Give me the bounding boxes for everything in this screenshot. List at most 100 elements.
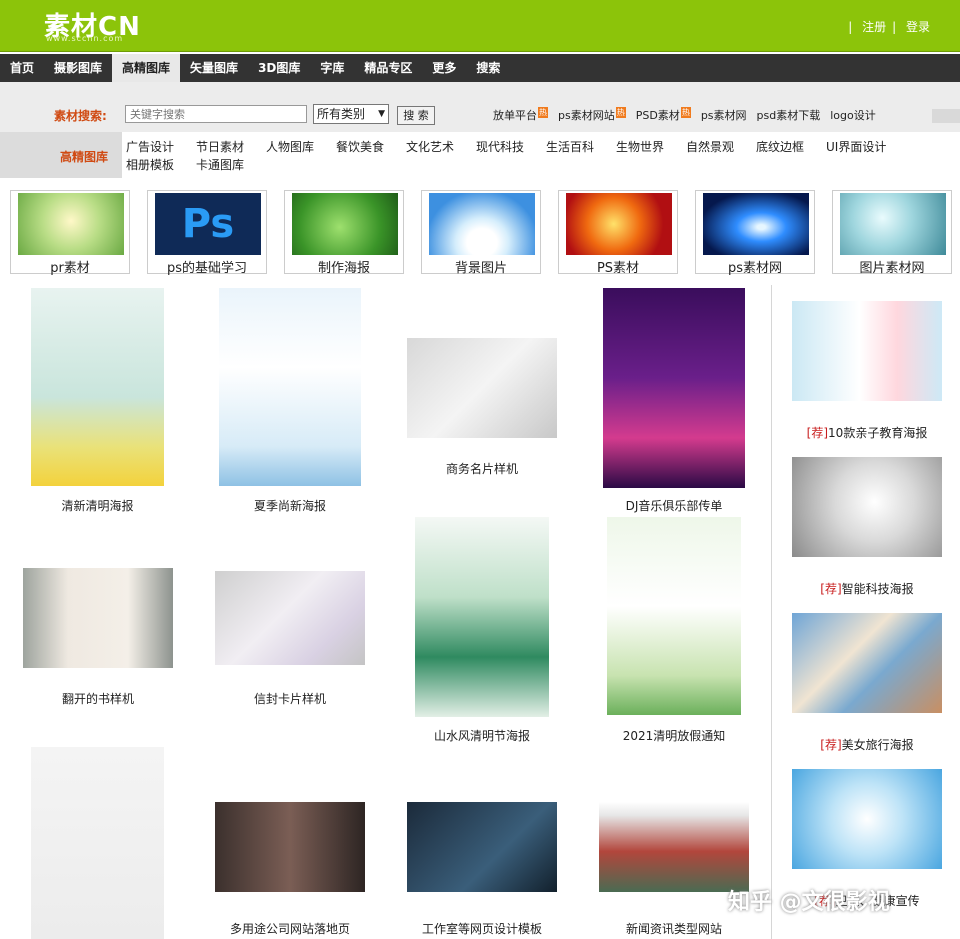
category-row: 高精图库 广告设计 节日素材 人物图库 餐饮美食 文化艺术 现代科技 生活百科 …: [0, 132, 960, 178]
thumb-image: [429, 193, 535, 255]
sidebar-label: [荐]美女旅行海报: [820, 738, 914, 752]
grid-label: DJ音乐俱乐部传单: [625, 499, 723, 513]
header-links: | 注册 | 登录: [848, 20, 930, 34]
thumb-label: pr素材: [50, 261, 90, 276]
thumb-label: 图片素材网: [859, 261, 925, 276]
hot-links: 放单平台热 ps素材网站热 PSD素材热 ps素材网 psd素材下载 logo设…: [493, 107, 886, 123]
grid-label: 翻开的书样机: [61, 692, 134, 706]
category-links: 广告设计 节日素材 人物图库 餐饮美食 文化艺术 现代科技 生活百科 生物世界 …: [126, 138, 946, 174]
category-link[interactable]: 相册模板: [126, 156, 196, 174]
watermark: 知乎 @文很影视: [728, 890, 890, 915]
category-link[interactable]: 底纹边框: [756, 138, 826, 156]
hot-link-psd[interactable]: PSD素材热: [636, 107, 691, 123]
category-select-value: 所有类别: [317, 107, 366, 121]
grid-image: [599, 802, 749, 892]
hot-link-psd-download[interactable]: psd素材下载: [757, 107, 821, 123]
thumb-card[interactable]: ps素材网: [695, 190, 815, 276]
thumb-card[interactable]: PS素材: [558, 190, 678, 276]
hot-link-ps-net[interactable]: ps素材网: [701, 107, 747, 123]
grid-label: 清新清明海报: [61, 499, 134, 513]
thumb-card[interactable]: 背景图片: [421, 190, 541, 276]
thumb-card[interactable]: 制作海报: [284, 190, 404, 276]
register-link[interactable]: 注册: [862, 20, 886, 34]
nav-item-hd[interactable]: 高精图库: [112, 54, 181, 82]
sidebar-label: [荐]10款亲子教育海报: [806, 426, 928, 440]
hot-badge: 热: [615, 107, 626, 118]
grid-image: [415, 517, 549, 717]
hot-badge: 热: [680, 107, 691, 118]
category-link[interactable]: 文化艺术: [406, 138, 476, 156]
nav-item-premium[interactable]: 精品专区: [354, 54, 422, 82]
sidebar-image: [792, 769, 942, 869]
nav-item-font[interactable]: 字库: [310, 54, 354, 82]
featured-thumbnails: pr素材 Ps ps的基础学习 制作海报 背景图片 PS素材 ps素材网 图片素…: [0, 186, 960, 276]
hot-badge: 热: [538, 107, 548, 118]
grid-image: [603, 288, 745, 488]
search-button[interactable]: 搜 索: [397, 106, 435, 125]
grid-label: 工作室等网页设计模板: [421, 922, 542, 936]
login-link[interactable]: 登录: [906, 20, 930, 34]
thumb-image: [566, 193, 672, 255]
category-link[interactable]: 餐饮美食: [336, 138, 406, 156]
grid-image: [407, 338, 557, 438]
thumb-card[interactable]: 图片素材网: [832, 190, 952, 276]
nav-item-more[interactable]: 更多: [422, 54, 466, 82]
thumb-label: 制作海报: [317, 261, 370, 276]
site-logo-url: www.sccnn.com: [46, 34, 124, 43]
category-label: 高精图库: [0, 132, 122, 178]
chevron-down-icon: ▼: [378, 109, 385, 119]
hot-link-ps-site[interactable]: ps素材网站热: [558, 107, 626, 123]
grid-label: 新闻资讯类型网站: [625, 922, 722, 936]
category-link[interactable]: 生活百科: [546, 138, 616, 156]
category-link[interactable]: 广告设计: [126, 138, 196, 156]
grid-label: 信封卡片样机: [253, 692, 326, 706]
grid-image: [407, 802, 557, 892]
thumb-image: [292, 193, 398, 255]
nav-item-search[interactable]: 搜索: [466, 54, 510, 82]
nav-item-photo[interactable]: 摄影图库: [44, 54, 112, 82]
sidebar-image: [792, 613, 942, 713]
sidebar-image: [792, 301, 942, 401]
grid-image: [31, 288, 164, 486]
main-nav: 首页 摄影图库 高精图库 矢量图库 3D图库 字库 精品专区 更多 搜索: [0, 54, 960, 82]
ps-logo-icon: Ps: [155, 193, 261, 255]
category-link[interactable]: 现代科技: [476, 138, 546, 156]
thumb-label: PS素材: [596, 261, 640, 276]
grid-label: 多用途公司网站落地页: [229, 922, 350, 936]
thumb-card[interactable]: Ps ps的基础学习: [147, 190, 267, 276]
grid-image: [215, 802, 365, 892]
recommended-tag: [荐]: [820, 582, 842, 596]
recommended-sidebar: [荐]10款亲子教育海报 [荐]智能科技海报 [荐]美女旅行海报 [荐]卫生、健…: [771, 285, 960, 939]
category-select[interactable]: 所有类别 ▼: [313, 104, 389, 124]
site-header: 素材CN www.sccnn.com | 注册 | 登录: [0, 0, 960, 52]
hot-link-logo[interactable]: logo设计: [830, 107, 876, 123]
thumb-image: [703, 193, 809, 255]
grid-label: 商务名片样机: [445, 462, 518, 476]
thumb-label: ps的基础学习: [166, 261, 248, 276]
grid-label: 2021清明放假通知: [622, 729, 726, 743]
search-label: 素材搜索:: [54, 109, 107, 123]
category-link[interactable]: 卡通图库: [196, 156, 266, 174]
grid-image: [31, 747, 164, 939]
category-link[interactable]: 节日素材: [196, 138, 266, 156]
thumb-label: ps素材网: [727, 261, 783, 276]
thumb-card[interactable]: pr素材: [10, 190, 130, 276]
category-link[interactable]: 自然景观: [686, 138, 756, 156]
grid-image: [23, 568, 173, 668]
category-link[interactable]: UI界面设计: [826, 138, 896, 156]
scroll-control[interactable]: [932, 109, 960, 123]
grid-label: 山水风清明节海报: [433, 729, 530, 743]
hot-link-dispatch[interactable]: 放单平台热: [493, 107, 548, 123]
nav-item-3d[interactable]: 3D图库: [248, 54, 310, 82]
thumb-label: 背景图片: [454, 261, 507, 276]
nav-item-home[interactable]: 首页: [0, 54, 44, 82]
grid-label: 夏季尚新海报: [253, 499, 326, 513]
category-link[interactable]: 生物世界: [616, 138, 686, 156]
grid-image: [219, 288, 361, 486]
search-bar: 素材搜索: 所有类别 ▼ 搜 索 放单平台热 ps素材网站热 PSD素材热 ps…: [0, 82, 960, 132]
sidebar-image: [792, 457, 942, 557]
sidebar-label: [荐]智能科技海报: [820, 582, 914, 596]
nav-item-vector[interactable]: 矢量图库: [180, 54, 248, 82]
category-link[interactable]: 人物图库: [266, 138, 336, 156]
search-input[interactable]: [125, 105, 307, 123]
